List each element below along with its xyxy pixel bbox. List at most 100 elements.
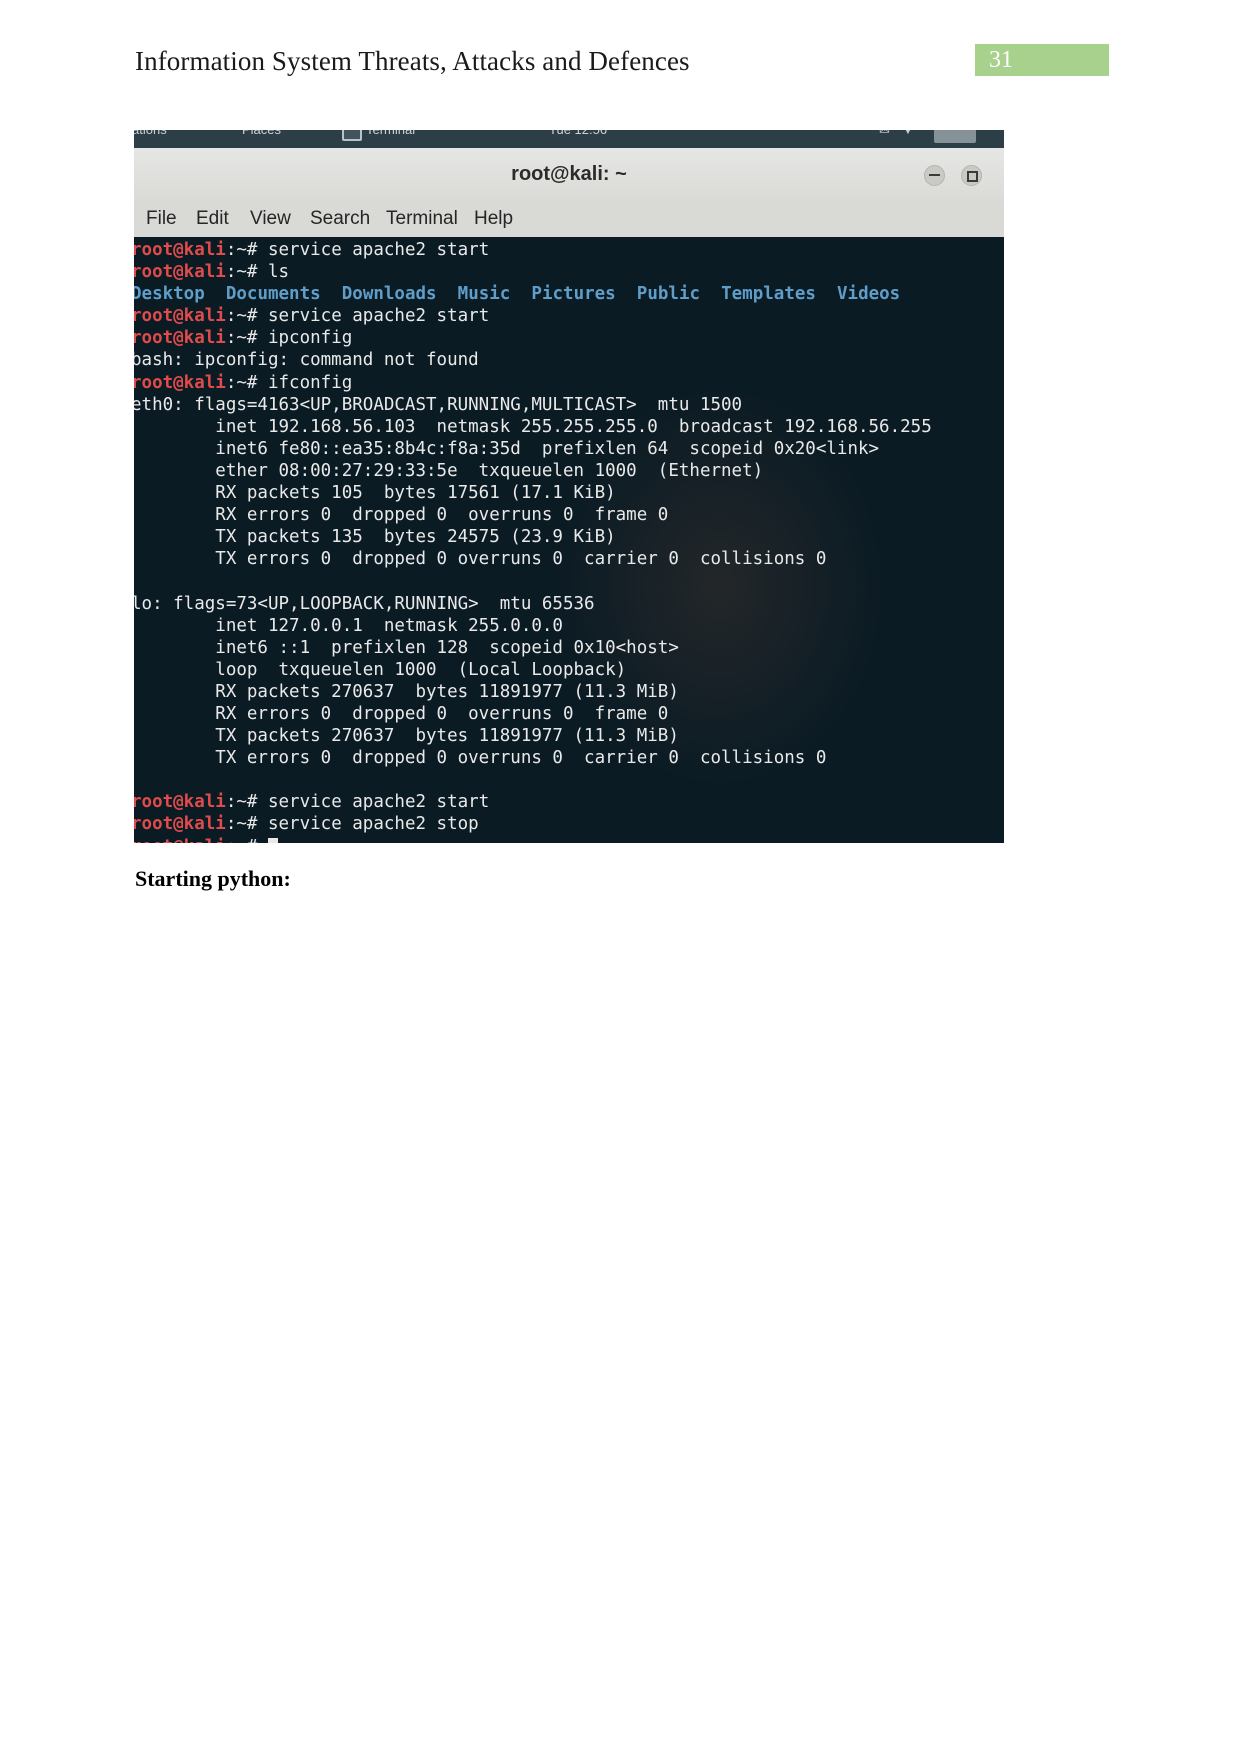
output-text: TX packets 270637 bytes 11891977 (11.3 M… — [134, 726, 679, 747]
prompt-suffix: :~# — [226, 837, 268, 843]
applications-menu[interactable]: ations — [134, 130, 167, 137]
command-text: service apache2 start — [267, 792, 490, 813]
terminal-command-line: root@kali:~# ifconfig — [134, 372, 1004, 394]
minimize-icon[interactable] — [924, 165, 945, 186]
directory-name: Documents — [225, 284, 321, 305]
directory-name: Desktop — [134, 284, 205, 305]
prompt-suffix: :~# — [225, 328, 268, 349]
command-text: ls — [267, 262, 290, 283]
terminal-output-line: loop txqueuelen 1000 (Local Loopback) — [134, 659, 1004, 681]
directory-name: Pictures — [531, 284, 616, 305]
shell-prompt: root@kali — [134, 837, 226, 843]
terminal-output-line: inet 127.0.0.1 netmask 255.0.0.0 — [134, 615, 1004, 637]
terminal-output-line: RX errors 0 dropped 0 overruns 0 frame 0 — [134, 703, 1004, 725]
terminal-output-line: RX packets 270637 bytes 11891977 (11.3 M… — [134, 681, 1004, 703]
menu-item-help[interactable]: Help — [474, 208, 513, 230]
directory-listing: Desktop Documents Downloads Music Pictur… — [134, 283, 1004, 305]
output-text: RX packets 105 bytes 17561 (17.1 KiB) — [134, 483, 616, 504]
terminal-prompt-line: root@kali:~# — [134, 836, 1004, 843]
terminal-output-line: RX errors 0 dropped 0 overruns 0 frame 0 — [134, 504, 1004, 526]
prompt-suffix: :~# — [225, 306, 268, 327]
output-text: RX errors 0 dropped 0 overruns 0 frame 0 — [134, 505, 669, 526]
page-header: Information System Threats, Attacks and … — [0, 44, 1241, 92]
terminal-output-line: TX errors 0 dropped 0 overruns 0 carrier… — [134, 548, 1004, 570]
directory-name: Videos — [837, 284, 901, 305]
shell-prompt: root@kali — [134, 814, 226, 835]
prompt-suffix: :~# — [225, 262, 268, 283]
output-text: TX errors 0 dropped 0 overruns 0 carrier… — [134, 549, 827, 570]
shell-prompt: root@kali — [134, 306, 226, 327]
menu-bar: File Edit View Search Terminal Help — [134, 201, 1004, 238]
terminal-output-line: ether 08:00:27:29:33:5e txqueuelen 1000 … — [134, 460, 1004, 482]
menu-item-view[interactable]: View — [250, 208, 291, 230]
terminal-output-line: eth0: flags=4163<UP,BROADCAST,RUNNING,MU… — [134, 394, 1004, 416]
output-text: ether 08:00:27:29:33:5e txqueuelen 1000 … — [134, 460, 764, 481]
page-title: Information System Threats, Attacks and … — [135, 46, 690, 76]
terminal-icon — [342, 130, 362, 141]
output-text: inet6 fe80::ea35:8b4c:f8a:35d prefixlen … — [134, 438, 880, 459]
directory-name: Public — [636, 284, 701, 305]
command-text: ifconfig — [267, 372, 353, 393]
terminal-output-line: inet6 ::1 prefixlen 128 scopeid 0x10<hos… — [134, 637, 1004, 659]
menu-item-edit[interactable]: Edit — [196, 208, 229, 230]
directory-name: Templates — [721, 284, 816, 305]
prompt-suffix: :~# — [225, 814, 268, 835]
window-switcher-button[interactable] — [934, 130, 976, 143]
output-text: TX packets 135 bytes 24575 (23.9 KiB) — [134, 527, 616, 548]
prompt-suffix: :~# — [225, 792, 268, 813]
shell-prompt: root@kali — [134, 240, 226, 260]
clock[interactable]: Tue 12:56 — [549, 130, 607, 137]
terminal-body[interactable]: root@kali:~# service apache2 start root@k… — [134, 237, 1004, 843]
output-text: inet 192.168.56.103 netmask 255.255.255.… — [134, 416, 932, 437]
output-text: bash: ipconfig: command not found — [134, 350, 479, 371]
text-cursor — [267, 837, 278, 843]
maximize-icon[interactable] — [961, 165, 982, 186]
terminal-command-line: root@kali:~# service apache2 stop — [134, 813, 1004, 835]
terminal-output-line: RX packets 105 bytes 17561 (17.1 KiB) — [134, 482, 1004, 504]
terminal-output-line: inet6 fe80::ea35:8b4c:f8a:35d prefixlen … — [134, 438, 1004, 460]
terminal-output: root@kali:~# service apache2 start root@k… — [134, 239, 1004, 843]
output-text: inet 127.0.0.1 netmask 255.0.0.0 — [134, 615, 563, 636]
terminal-screenshot: ations Places Terminal Tue 12:56 ✉ ▼ roo… — [134, 130, 1004, 843]
terminal-command-line: root@kali:~# ipconfig — [134, 327, 1004, 349]
terminal-output-line: TX packets 135 bytes 24575 (23.9 KiB) — [134, 526, 1004, 548]
page-number: 31 — [989, 47, 1013, 73]
command-text: ipconfig — [267, 328, 353, 349]
command-text: service apache2 start — [267, 240, 490, 260]
output-text: eth0: flags=4163<UP,BROADCAST,RUNNING,MU… — [134, 394, 743, 415]
terminal-command-line: root@kali:~# ls — [134, 261, 1004, 283]
output-text: RX packets 270637 bytes 11891977 (11.3 M… — [134, 681, 679, 702]
prompt-suffix: :~# — [225, 240, 268, 260]
output-text: inet6 ::1 prefixlen 128 scopeid 0x10<hos… — [134, 637, 679, 658]
terminal-output-line: TX packets 270637 bytes 11891977 (11.3 M… — [134, 725, 1004, 747]
tray-icons[interactable]: ✉ ▼ — [879, 130, 918, 138]
terminal-output-line: TX errors 0 dropped 0 overruns 0 carrier… — [134, 747, 1004, 769]
terminal-output-line: bash: ipconfig: command not found — [134, 349, 1004, 371]
gnome-top-panel: ations Places Terminal Tue 12:56 ✉ ▼ — [134, 130, 1004, 148]
prompt-suffix: :~# — [225, 372, 268, 393]
output-text: RX errors 0 dropped 0 overruns 0 frame 0 — [134, 703, 669, 724]
command-text: service apache2 start — [267, 306, 490, 327]
output-text: lo: flags=73<UP,LOOPBACK,RUNNING> mtu 65… — [134, 593, 595, 614]
places-menu[interactable]: Places — [242, 130, 281, 137]
shell-prompt: root@kali — [134, 792, 226, 813]
menu-item-file[interactable]: File — [146, 208, 177, 230]
terminal-output-line: lo: flags=73<UP,LOOPBACK,RUNNING> mtu 65… — [134, 593, 1004, 615]
figure-caption: Starting python: — [135, 866, 291, 891]
command-text: service apache2 stop — [267, 814, 479, 835]
output-text: loop txqueuelen 1000 (Local Loopback) — [134, 659, 627, 680]
terminal-window-button[interactable]: Terminal — [366, 130, 415, 137]
terminal-command-line: root@kali:~# service apache2 start — [134, 791, 1004, 813]
output-text: TX errors 0 dropped 0 overruns 0 carrier… — [134, 748, 827, 769]
shell-prompt: root@kali — [134, 372, 226, 393]
shell-prompt: root@kali — [134, 262, 226, 283]
menu-item-terminal[interactable]: Terminal — [386, 208, 458, 230]
window-titlebar[interactable]: root@kali: ~ — [134, 148, 1004, 202]
directory-name: Music — [457, 284, 511, 305]
shell-prompt: root@kali — [134, 328, 226, 349]
terminal-command-line: root@kali:~# service apache2 start — [134, 305, 1004, 327]
directory-name: Downloads — [341, 284, 437, 305]
menu-item-search[interactable]: Search — [310, 208, 370, 230]
